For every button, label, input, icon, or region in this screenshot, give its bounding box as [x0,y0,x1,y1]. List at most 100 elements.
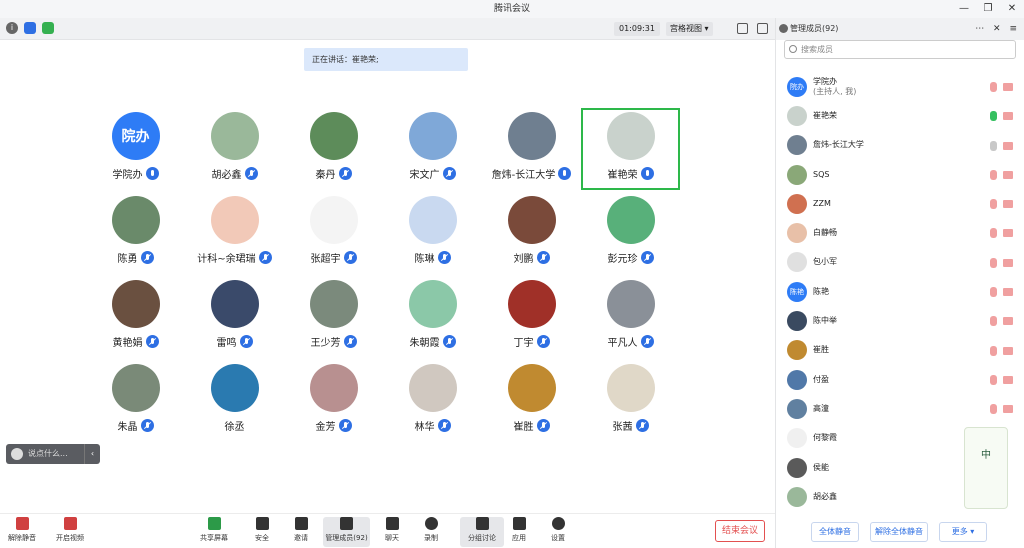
member-row[interactable]: SQS [776,160,1024,189]
camera-off-icon[interactable] [1003,112,1013,121]
avatar [787,223,807,244]
participant-tile[interactable]: 张超宇 [284,192,383,276]
sidebar-toggle-icon[interactable] [757,23,768,34]
member-row[interactable]: 院办 学院办 (主持人, 我) [776,72,1024,101]
participant-tile[interactable]: 秦丹 [284,108,383,192]
member-row[interactable]: 崔艳荣 [776,101,1024,130]
collapse-chat-button[interactable]: ‹ [84,444,100,464]
member-row[interactable]: ZZM [776,189,1024,218]
invite-button[interactable]: 邀请 [279,517,323,547]
share-screen-button[interactable]: 共享屏幕 [192,517,236,547]
close-button[interactable]: ✕ [1000,0,1024,18]
avatar [606,280,655,328]
signal-icon[interactable] [42,22,54,34]
participant-tile[interactable]: 院办 学院办 [86,108,185,192]
fullscreen-icon[interactable] [737,23,748,34]
manage-members-button[interactable]: 管理成员(92) [323,517,370,547]
microphone-muted-icon[interactable] [990,374,997,385]
minimize-button[interactable]: — [952,0,976,18]
unmute-all-button[interactable]: 解除全体静音 [870,522,928,542]
unmute-button[interactable]: 解除静音 [0,517,44,547]
participant-tile[interactable]: 詹炜-长江大学 [482,108,581,192]
grid-view-selector[interactable]: 宫格视图 ▾ [666,22,713,36]
member-row[interactable]: 陈中举 [776,306,1024,335]
camera-off-icon[interactable] [1003,141,1013,150]
microphone-muted-icon[interactable] [990,169,997,180]
window-titlebar: 腾讯会议 — ❐ ✕ [0,0,1024,18]
participant-tile[interactable]: 平凡人 [581,276,680,360]
member-row[interactable]: 白静畅 [776,218,1024,247]
camera-off-icon[interactable] [1003,317,1013,326]
microphone-icon[interactable] [990,111,997,122]
microphone-muted-icon[interactable] [990,316,997,327]
participant-tile[interactable]: 朱朝霞 [383,276,482,360]
camera-off-icon[interactable] [1003,170,1013,179]
microphone-muted-icon[interactable] [990,257,997,268]
participant-tile[interactable]: 刘鹏 [482,192,581,276]
panel-controls[interactable]: ⋯ ✕ ≡ [975,18,1020,40]
member-row[interactable]: 陈艳 陈艳 [776,277,1024,306]
microphone-muted-icon[interactable] [990,199,997,210]
member-row[interactable]: 詹炜-长江大学 [776,131,1024,160]
microphone-muted-icon[interactable] [990,228,997,239]
participant-name: 陈勇 [117,254,138,265]
chat-input-box[interactable]: 说点什么... ‹ [6,444,100,464]
microphone-muted-icon[interactable] [990,287,997,298]
info-icon[interactable]: i [6,22,18,34]
apps-button[interactable]: 应用 [497,517,541,547]
microphone-muted-icon[interactable] [990,82,997,92]
end-meeting-button[interactable]: 结束会议 [715,520,765,542]
more-button[interactable]: 更多 ▾ [939,522,987,542]
camera-off-icon[interactable] [1003,375,1013,384]
emoji-icon[interactable] [11,448,23,460]
camera-off-icon[interactable] [1003,258,1013,267]
participant-name-row: 胡必鑫 [212,166,258,181]
avatar [309,196,358,244]
participant-tile[interactable]: 朱晶 [86,360,185,444]
avatar [408,280,457,328]
participant-name-row: 黄艳娟 [113,334,159,349]
participant-tile[interactable]: 王少芳 [284,276,383,360]
camera-off-icon[interactable] [1003,346,1013,355]
participant-tile[interactable]: 计科~余珺瑞 [185,192,284,276]
member-search-input[interactable]: 搜索成员 [784,40,1016,59]
participant-tile[interactable]: 徐丞 [185,360,284,444]
participant-tile[interactable]: 胡必鑫 [185,108,284,192]
participant-tile[interactable]: 崔艳荣 [581,108,680,190]
participant-tile[interactable]: 林华 [383,360,482,444]
mute-all-button[interactable]: 全体静音 [811,522,859,542]
shield-icon[interactable] [24,22,36,34]
camera-off-icon[interactable] [1003,288,1013,297]
record-button[interactable]: 录制 [409,517,453,547]
member-row[interactable]: 崔胜 [776,336,1024,365]
participant-tile[interactable]: 金芳 [284,360,383,444]
participant-name-row: 雷鸣 [217,334,253,349]
microphone-muted-icon[interactable] [990,404,997,415]
settings-button[interactable]: 设置 [536,517,580,547]
participant-tile[interactable]: 黄艳娟 [86,276,185,360]
member-row[interactable]: 高潼 [776,394,1024,423]
participant-tile[interactable]: 彭元珍 [581,192,680,276]
participant-tile[interactable]: 张茜 [581,360,680,444]
camera-off-icon[interactable] [1003,229,1013,238]
participant-tile[interactable]: 丁宇 [482,276,581,360]
participant-name: 陈琳 [414,254,435,265]
member-row[interactable]: 付盈 [776,365,1024,394]
camera-off-icon[interactable] [1003,83,1013,91]
microphone-muted-icon [437,251,451,264]
microphone-muted-icon[interactable] [990,345,997,356]
participant-tile[interactable]: 陈勇 [86,192,185,276]
chat-button[interactable]: 聊天 [370,517,414,547]
security-button[interactable]: 安全 [240,517,284,547]
participant-tile[interactable]: 宋文广 [383,108,482,192]
microphone-icon[interactable] [990,140,997,151]
participant-name-row: 林华 [415,418,451,433]
start-video-button[interactable]: 开启视频 [48,517,92,547]
camera-off-icon[interactable] [1003,200,1013,209]
camera-off-icon[interactable] [1003,405,1013,414]
member-row[interactable]: 包小军 [776,248,1024,277]
maximize-button[interactable]: ❐ [976,0,1000,18]
participant-tile[interactable]: 崔胜 [482,360,581,444]
participant-tile[interactable]: 陈琳 [383,192,482,276]
participant-tile[interactable]: 雷鸣 [185,276,284,360]
